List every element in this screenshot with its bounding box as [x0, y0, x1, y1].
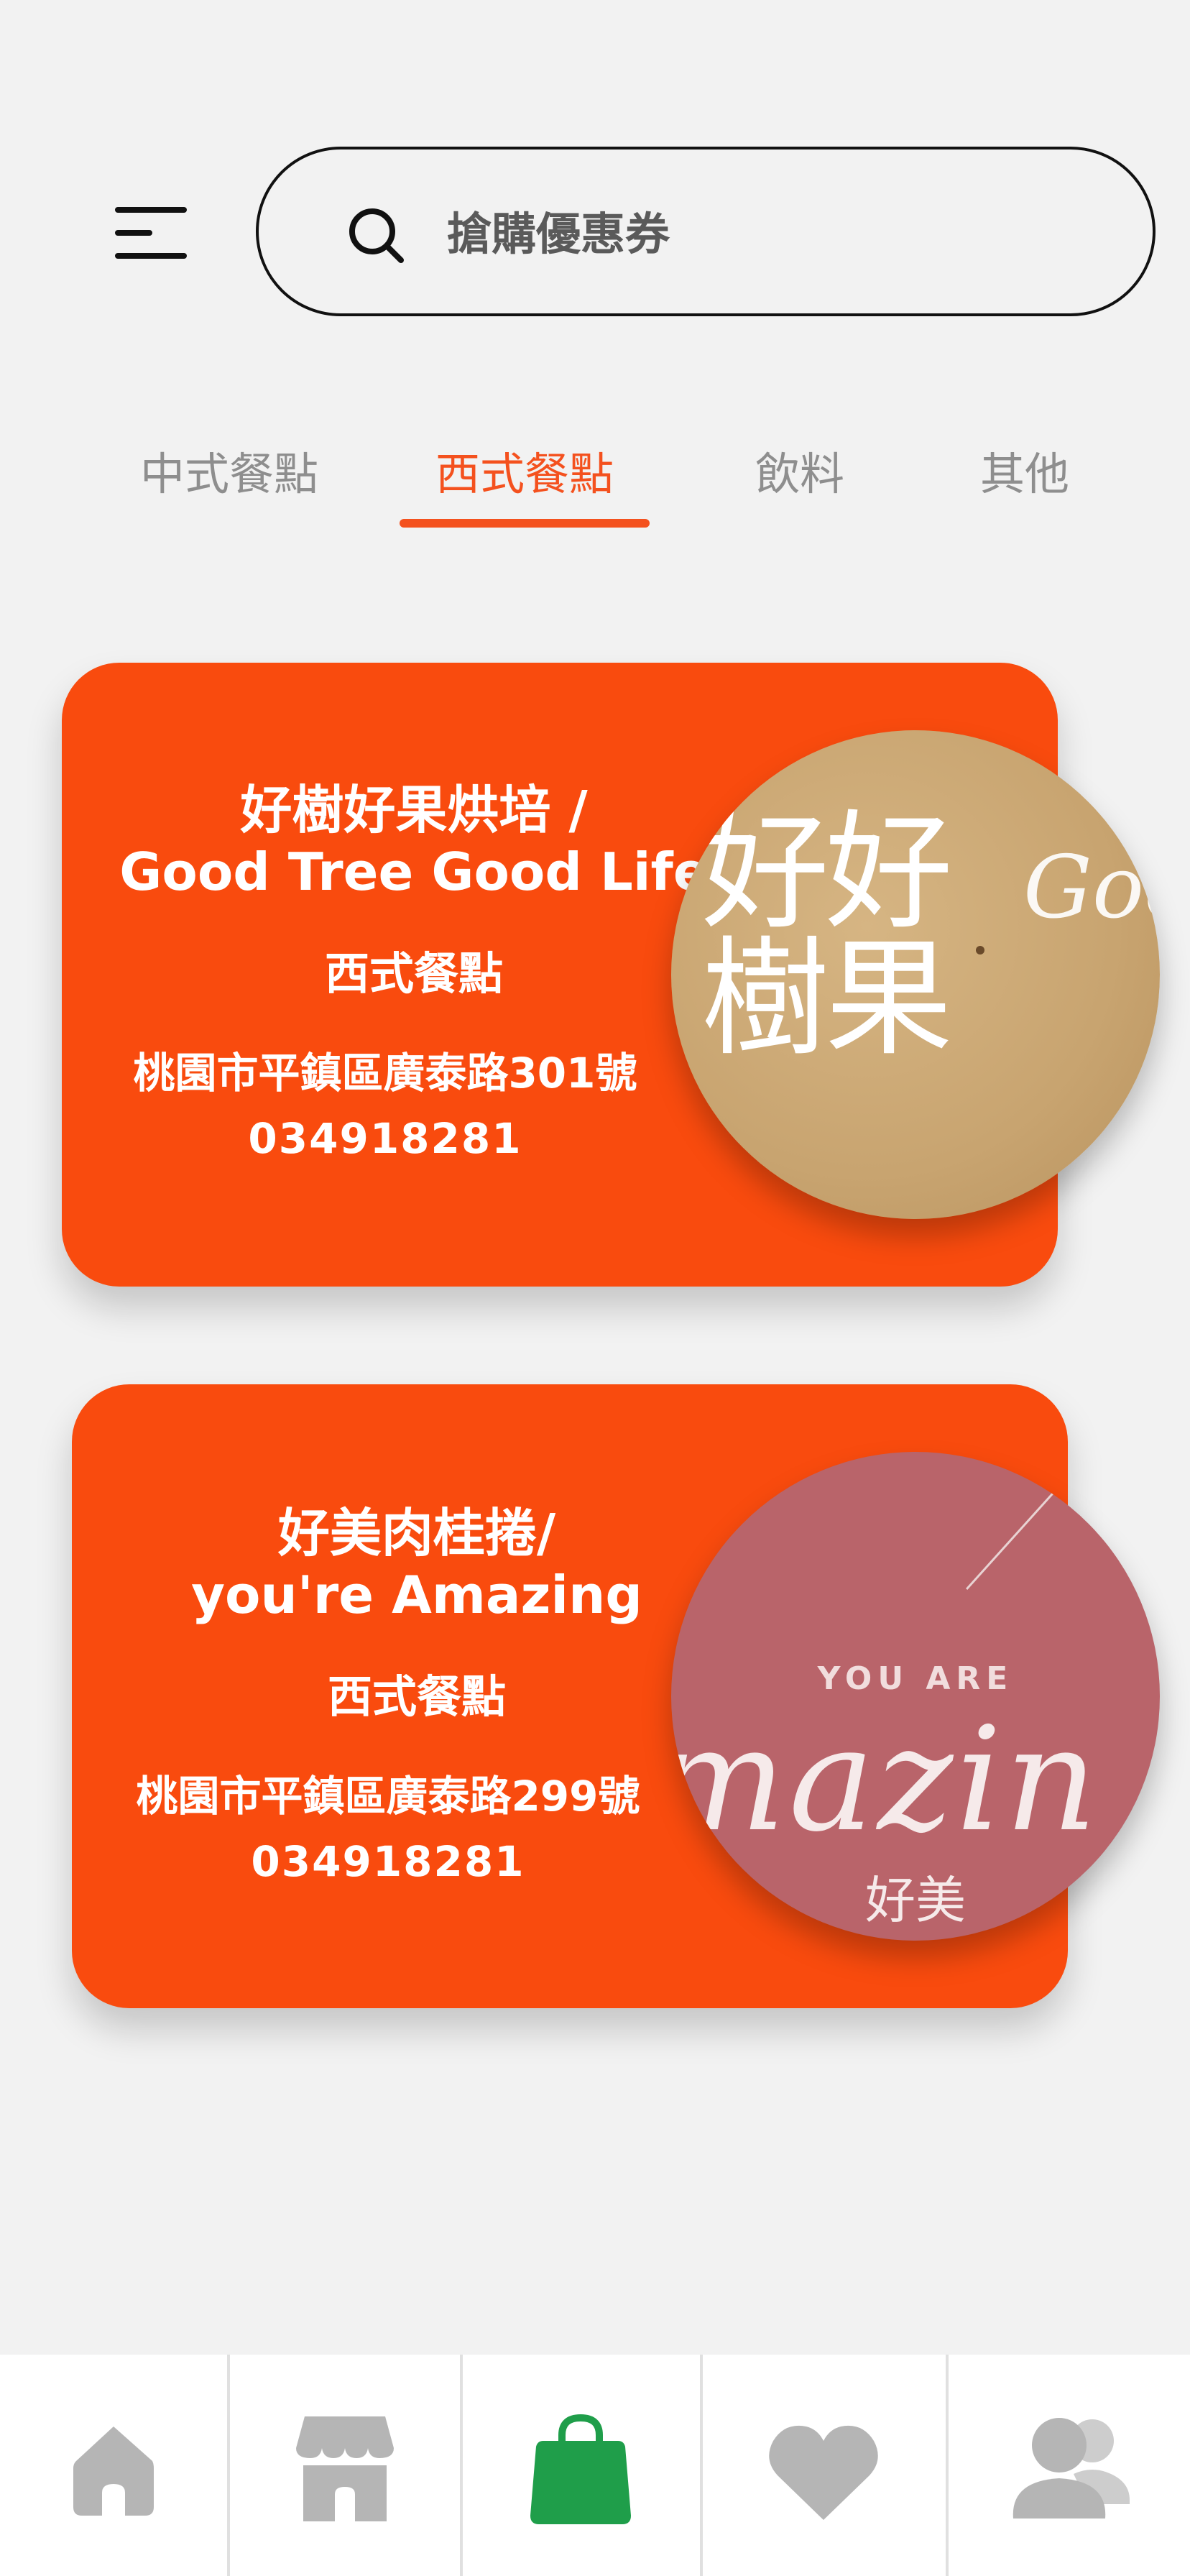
store-phone: 034918281 [251, 1837, 525, 1886]
store-category: 西式餐點 [327, 1670, 506, 1723]
you-are-amazing-logo: YOU ARE mazin 好美 [671, 1452, 1160, 1941]
tab-western-food[interactable]: 西式餐點 [427, 438, 622, 510]
search-bar[interactable] [256, 147, 1156, 316]
store-address: 桃園市平鎮區廣泰路299號 [136, 1772, 640, 1821]
store-icon [296, 2416, 394, 2521]
good-tree-logo: 好好 樹果 Goo [671, 730, 1160, 1219]
store-name-zh: 好美肉桂捲/ [277, 1503, 556, 1563]
nav-profile[interactable] [949, 2355, 1190, 2576]
nav-home[interactable] [0, 2355, 227, 2576]
menu-icon[interactable] [115, 206, 187, 260]
nav-favorites[interactable] [703, 2355, 946, 2576]
tab-drinks[interactable]: 飲料 [747, 438, 852, 510]
store-name-zh: 好樹好果烘培 / [240, 780, 588, 840]
search-icon [349, 208, 404, 263]
nav-shop[interactable] [463, 2355, 700, 2576]
store-name-en: you're Amazing [191, 1565, 642, 1625]
home-icon [73, 2426, 154, 2516]
users-icon [1013, 2418, 1130, 2518]
store-category: 西式餐點 [324, 947, 503, 1000]
heart-icon [769, 2425, 878, 2520]
store-name-en: Good Tree Good Life [119, 842, 709, 902]
store-address: 桃園市平鎮區廣泰路301號 [133, 1049, 637, 1098]
tab-other[interactable]: 其他 [974, 438, 1075, 510]
store-phone: 034918281 [248, 1114, 522, 1163]
shopping-bag-icon [530, 2414, 631, 2524]
nav-store[interactable] [230, 2355, 460, 2576]
tab-chinese-food[interactable]: 中式餐點 [132, 438, 326, 510]
app-screen: 中式餐點 西式餐點 飲料 其他 好樹好果烘培 / Good Tree Good … [0, 0, 1190, 2576]
search-input[interactable] [446, 190, 1095, 277]
active-tab-indicator [400, 519, 650, 528]
bottom-nav [0, 2355, 1190, 2576]
